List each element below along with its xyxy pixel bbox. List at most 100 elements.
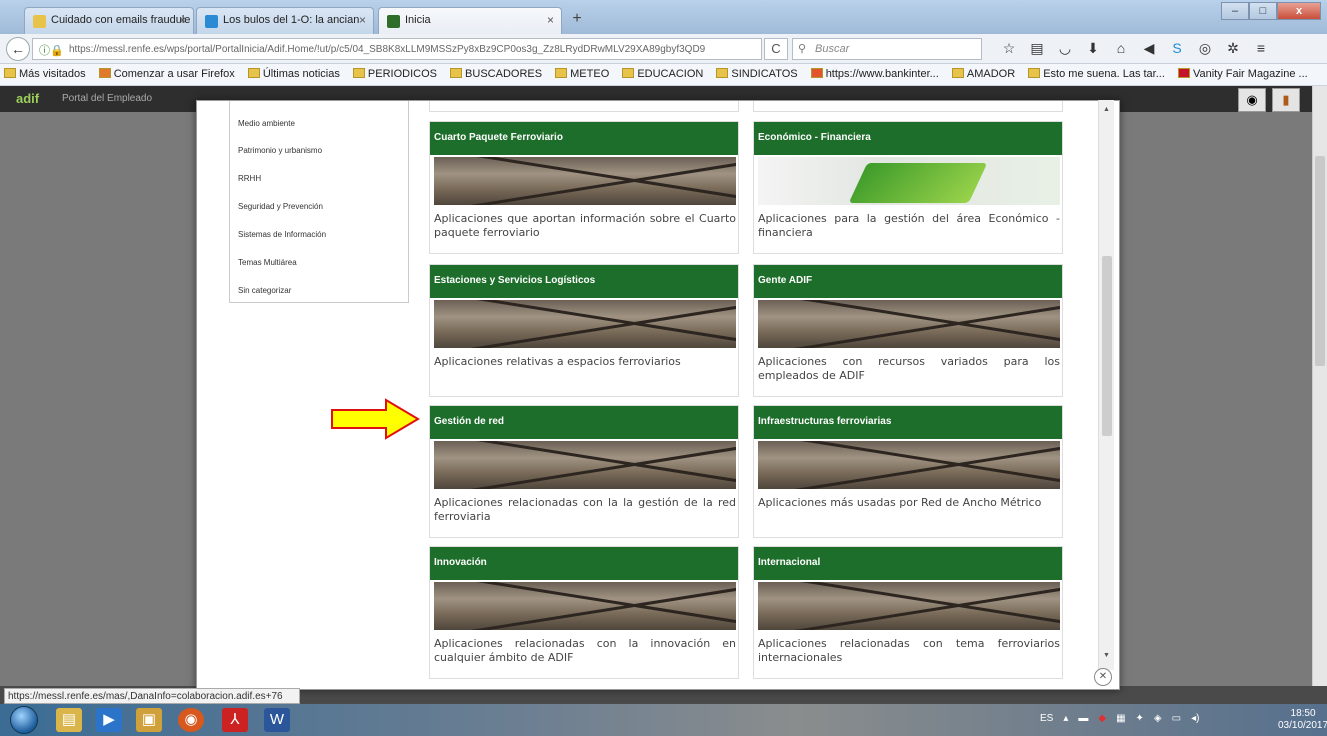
minimize-button[interactable]: – — [1221, 2, 1249, 20]
bookmark-star-icon[interactable]: ☆ — [1000, 39, 1018, 57]
railway-image — [758, 300, 1060, 348]
bluetooth-icon[interactable]: ✦ — [1136, 713, 1144, 724]
tab-close-icon[interactable]: × — [547, 13, 554, 27]
railway-image — [434, 441, 736, 489]
firefox-icon[interactable]: ◉ — [178, 708, 204, 732]
card-title[interactable]: Cuarto Paquete Ferroviario — [430, 122, 738, 155]
bookmark-folder[interactable]: BUSCADORES — [450, 68, 542, 80]
pocket-icon[interactable]: ◡ — [1056, 39, 1074, 57]
card-gente-adif[interactable]: Gente ADIF Aplicaciones con recursos var… — [753, 264, 1063, 397]
tab-title: Inicia — [405, 14, 431, 26]
menu-icon[interactable]: ≡ — [1252, 39, 1270, 57]
bookmark-item[interactable]: Comenzar a usar Firefox — [98, 68, 235, 80]
maximize-button[interactable]: □ — [1249, 2, 1277, 20]
modal-scrollbar[interactable]: ▲ ▼ — [1098, 100, 1114, 670]
modal-scrollbar-thumb[interactable] — [1102, 256, 1112, 436]
new-tab-button[interactable]: + — [566, 10, 588, 30]
media-player-icon[interactable]: ▶ — [96, 708, 122, 732]
puzzle-icon[interactable]: ✲ — [1224, 39, 1242, 57]
category-item[interactable]: RRHH — [238, 174, 261, 183]
update-icon[interactable]: ◈ — [1154, 713, 1162, 724]
logout-icon[interactable]: ▮ — [1272, 88, 1300, 112]
browser-tab-3[interactable]: Inicia × — [378, 7, 562, 34]
bookmark-folder[interactable]: METEO — [555, 68, 609, 80]
scroll-up-icon[interactable]: ▲ — [1103, 106, 1110, 113]
browser-tab-1[interactable]: Cuidado con emails fraudule × — [24, 7, 194, 34]
bookmark-folder[interactable]: EDUCACION — [622, 68, 703, 80]
user-icon[interactable]: ◉ — [1238, 88, 1266, 112]
antivirus-icon[interactable]: ◆ — [1098, 713, 1106, 724]
card-title[interactable]: Innovación — [430, 547, 738, 580]
clock-time: 18:50 — [1290, 708, 1316, 719]
bookmark-folder[interactable]: PERIODICOS — [352, 68, 437, 80]
page-scrollbar-thumb[interactable] — [1315, 156, 1325, 366]
adif-logo[interactable]: adif — [16, 91, 39, 106]
card-description: Aplicaciones relativas a espacios ferrov… — [434, 355, 681, 368]
category-item[interactable]: Medio ambiente — [238, 119, 295, 128]
card-economico-financiera[interactable]: Económico - Financiera Aplicaciones para… — [753, 121, 1063, 254]
download-icon[interactable]: ⬇ — [1084, 39, 1102, 57]
explorer-icon[interactable]: ▤ — [56, 708, 82, 732]
folder-icon[interactable]: ▣ — [136, 708, 162, 732]
language-indicator[interactable]: ES — [1040, 713, 1053, 724]
back-button[interactable]: ← — [6, 37, 30, 61]
bookmark-item[interactable]: Vanity Fair Magazine ... — [1177, 68, 1308, 80]
card-title[interactable]: Gestión de red — [430, 406, 738, 439]
tab-close-icon[interactable]: × — [179, 13, 186, 27]
folder-icon — [951, 68, 964, 78]
tray-expand-icon[interactable]: ▴ — [1063, 713, 1068, 724]
card-title[interactable]: Internacional — [754, 547, 1062, 580]
send-icon[interactable]: ◀ — [1140, 39, 1158, 57]
category-item[interactable]: Sin categorizar — [238, 286, 291, 295]
bookmark-folder[interactable]: SINDICATOS — [716, 68, 798, 80]
modal-close-button[interactable]: ✕ — [1094, 668, 1112, 686]
page-scrollbar[interactable] — [1312, 86, 1327, 686]
url-bar[interactable]: ⓘ🔒 https://messl.renfe.es/wps/portal/Por… — [32, 38, 762, 60]
system-tray: ES ▴ ▬ ◆ ▦ ✦ ◈ ▭ ◂) — [1040, 713, 1199, 724]
category-item[interactable]: Temas Multiárea — [238, 258, 297, 267]
bookmark-item[interactable]: Esto me suena. Las tar... — [1028, 68, 1165, 80]
home-icon[interactable]: ⌂ — [1112, 39, 1130, 57]
card-internacional[interactable]: Internacional Aplicaciones relacionadas … — [753, 546, 1063, 679]
card-title[interactable]: Infraestructuras ferroviarias — [754, 406, 1062, 439]
card-innovacion[interactable]: Innovación Aplicaciones relacionadas con… — [429, 546, 739, 679]
skype-icon[interactable]: S — [1168, 39, 1186, 57]
clock[interactable]: 18:50 03/10/2017 — [1278, 708, 1327, 732]
card-gestion-de-red[interactable]: Gestión de red Aplicaciones relacionadas… — [429, 405, 739, 538]
reload-button[interactable]: C — [764, 38, 788, 60]
card-title[interactable]: Gente ADIF — [754, 265, 1062, 298]
bookmark-item[interactable]: https://www.bankinter... — [810, 68, 939, 80]
reading-list-icon[interactable]: ▤ — [1028, 39, 1046, 57]
tab-favicon-icon — [33, 15, 46, 28]
card-title[interactable]: Estaciones y Servicios Logísticos — [430, 265, 738, 298]
category-item[interactable]: Patrimonio y urbanismo — [238, 146, 322, 155]
volume-icon[interactable]: ◂) — [1191, 713, 1199, 724]
tab-favicon-icon — [387, 15, 400, 28]
card-infraestructuras[interactable]: Infraestructuras ferroviarias Aplicacion… — [753, 405, 1063, 538]
finance-image — [758, 157, 1060, 205]
portal-title: Portal del Empleado — [62, 93, 153, 104]
bookmark-item[interactable]: Últimas noticias — [247, 68, 340, 80]
network-icon[interactable]: ▬ — [1078, 713, 1088, 724]
word-icon[interactable]: W — [264, 708, 290, 732]
display-icon[interactable]: ▭ — [1172, 713, 1181, 724]
tab-close-icon[interactable]: × — [359, 13, 366, 27]
search-input[interactable]: ⚲ Buscar — [792, 38, 982, 60]
card-estaciones[interactable]: Estaciones y Servicios Logísticos Aplica… — [429, 264, 739, 397]
bookmark-item[interactable]: Más visitados — [4, 68, 86, 80]
close-window-button[interactable]: x — [1277, 2, 1321, 20]
windows-flag-icon[interactable]: ▦ — [1116, 713, 1125, 724]
browser-tab-2[interactable]: Los bulos del 1-O: la ancian × — [196, 7, 374, 34]
start-button[interactable] — [10, 706, 38, 734]
annotation-arrow-icon — [331, 398, 420, 440]
card-cuarto-paquete[interactable]: Cuarto Paquete Ferroviario Aplicaciones … — [429, 121, 739, 254]
scroll-down-icon[interactable]: ▼ — [1103, 652, 1110, 659]
card-description: Aplicaciones más usadas por Red de Ancho… — [758, 496, 1042, 509]
category-item[interactable]: Sistemas de Información — [238, 230, 326, 239]
extension-icon[interactable]: ◎ — [1196, 39, 1214, 57]
card-title[interactable]: Económico - Financiera — [754, 122, 1062, 155]
category-item[interactable]: Seguridad y Prevención — [238, 202, 323, 211]
bookmark-folder[interactable]: AMADOR — [951, 68, 1015, 80]
folder-icon — [352, 68, 365, 78]
acrobat-icon[interactable]: ⅄ — [222, 708, 248, 732]
